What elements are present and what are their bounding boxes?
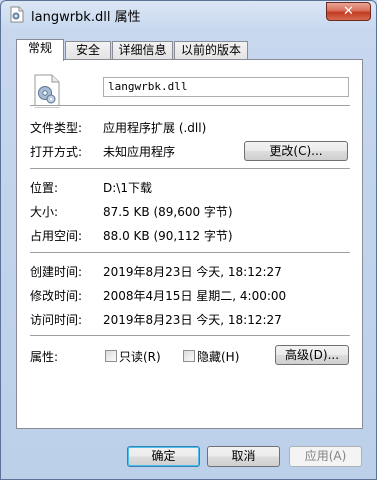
divider [30,335,350,337]
location-value: D:\1下载 [103,181,152,195]
apply-button[interactable]: 应用(A) [289,446,362,467]
ok-button[interactable]: 确定 [127,446,200,467]
divider [30,105,350,107]
size-on-disk-label: 占用空间: [30,229,83,243]
hidden-label[interactable]: 隐藏(H) [197,348,239,365]
filename-input[interactable]: langwrbk.dll [103,77,349,97]
tab-details[interactable]: 详细信息 [112,41,173,60]
cancel-button[interactable]: 取消 [207,446,280,467]
properties-dialog: langwrbk.dll 属性 ✕ 常规 安全 详细信息 以前的版本 langw… [0,0,377,480]
title-bar[interactable]: langwrbk.dll 属性 ✕ [1,1,376,29]
location-label: 位置: [30,181,59,195]
file-type-value: 应用程序扩展 (.dll) [103,121,207,135]
tab-previous-versions[interactable]: 以前的版本 [174,41,248,60]
accessed-value: 2019年8月23日 今天, 18:12:27 [103,313,282,327]
readonly-checkbox[interactable] [105,350,117,362]
divider [30,252,350,254]
accessed-label: 访问时间: [30,313,83,327]
attributes-label: 属性: [30,350,59,364]
close-icon: ✕ [343,4,354,19]
size-label: 大小: [30,205,59,219]
tab-security[interactable]: 安全 [65,41,111,60]
window-title: langwrbk.dll 属性 [31,10,141,25]
tab-general[interactable]: 常规 [16,39,64,61]
hidden-checkbox[interactable] [183,350,195,362]
file-type-label: 文件类型: [30,121,83,135]
close-button[interactable]: ✕ [326,2,371,21]
dll-file-large-icon [34,74,60,108]
size-value: 87.5 KB (89,600 字节) [103,205,233,219]
general-panel: langwrbk.dll 文件类型: 应用程序扩展 (.dll) 打开方式: 未… [16,59,363,429]
modified-label: 修改时间: [30,289,83,303]
opens-with-label: 打开方式: [30,145,83,159]
divider [30,168,350,170]
modified-value: 2008年4月15日 星期二, 4:00:00 [103,289,287,303]
created-label: 创建时间: [30,265,83,279]
created-value: 2019年8月23日 今天, 18:12:27 [103,265,282,279]
change-button[interactable]: 更改(C)... [244,141,348,161]
advanced-button[interactable]: 高级(D)... [275,345,349,365]
size-on-disk-value: 88.0 KB (90,112 字节) [103,229,233,243]
opens-with-value: 未知应用程序 [103,145,176,159]
dll-file-icon [10,6,24,23]
readonly-label[interactable]: 只读(R) [119,348,161,365]
